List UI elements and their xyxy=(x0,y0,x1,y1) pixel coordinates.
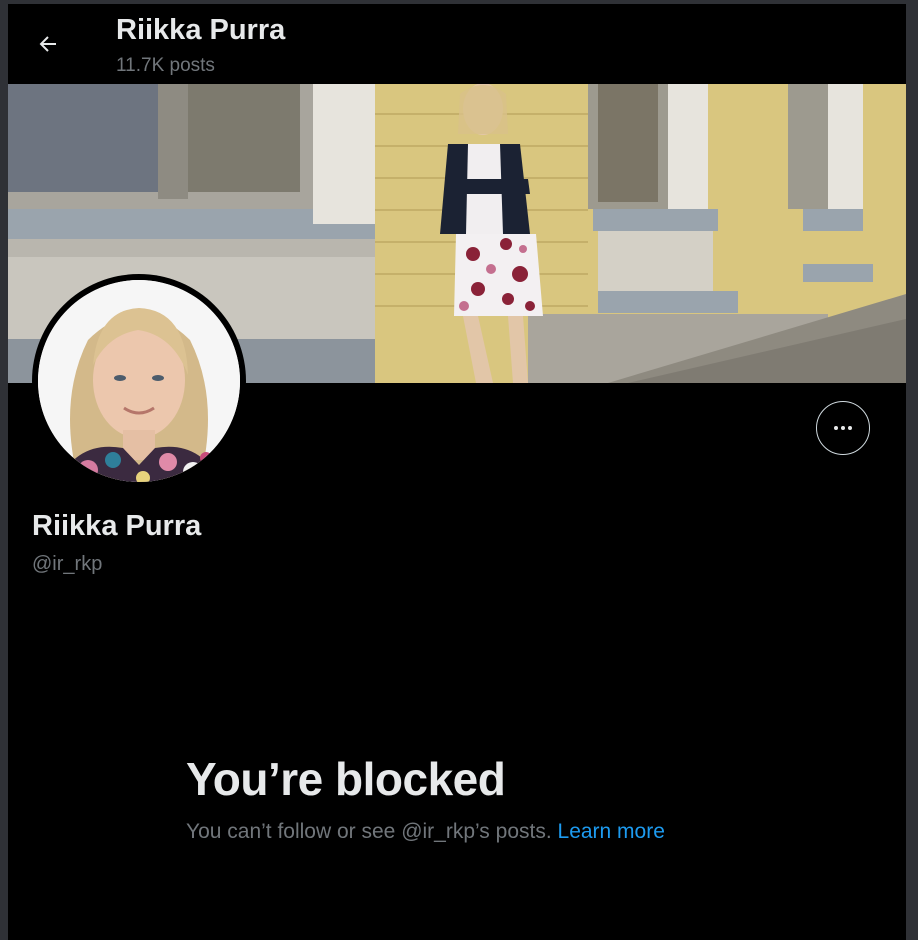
profile-header: Riikka Purra 11.7K posts xyxy=(8,4,906,84)
more-options-button[interactable] xyxy=(816,401,870,455)
blocked-message: You can’t follow or see @ir_rkp’s posts. xyxy=(186,820,552,843)
back-button[interactable] xyxy=(28,24,68,64)
post-count: 11.7K posts xyxy=(116,55,215,76)
arrow-left-icon xyxy=(39,36,56,52)
more-horizontal-icon xyxy=(834,426,852,430)
header-title: Riikka Purra xyxy=(116,14,286,46)
profile-name: Riikka Purra xyxy=(32,510,202,542)
profile-page: Riikka Purra 11.7K posts Riikka Purra @i… xyxy=(8,4,906,940)
avatar[interactable] xyxy=(32,274,246,488)
blocked-title: You’re blocked xyxy=(186,753,506,805)
blocked-message-row: You can’t follow or see @ir_rkp’s posts.… xyxy=(186,820,665,844)
profile-handle: @ir_rkp xyxy=(32,553,103,575)
learn-more-link[interactable]: Learn more xyxy=(558,820,665,843)
